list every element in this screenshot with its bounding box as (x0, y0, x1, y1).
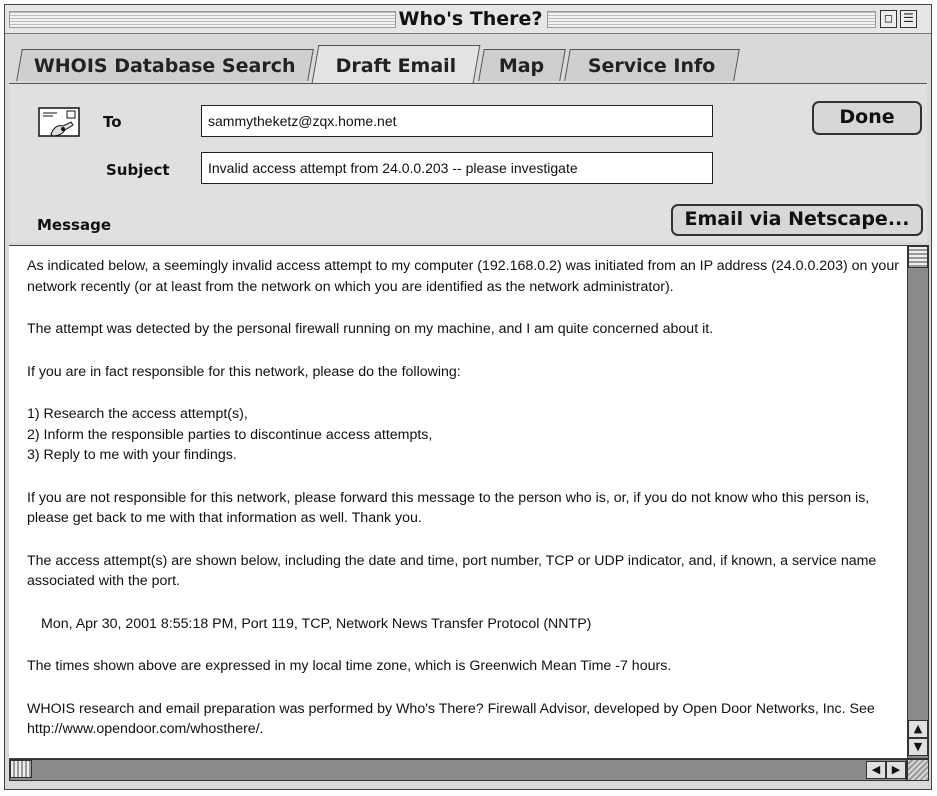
message-list-item: 1) Research the access attempt(s), (27, 406, 248, 422)
message-label: Message (37, 216, 111, 234)
horizontal-scrollbar[interactable]: ◀ ▶ (9, 759, 907, 781)
title-bar[interactable]: Who's There? □ ☰ (5, 5, 931, 34)
zoom-box-icon[interactable]: □ (880, 10, 897, 28)
tab-whois-database-search[interactable]: WHOIS Database Search (16, 49, 314, 81)
subject-field[interactable]: Invalid access attempt from 24.0.0.203 -… (201, 152, 713, 184)
title-bar-stripes-right (547, 11, 876, 28)
resize-grip-icon[interactable] (907, 759, 929, 781)
message-list-item: 2) Inform the responsible parties to dis… (27, 426, 433, 443)
access-attempt-entry: Mon, Apr 30, 2001 8:55:18 PM, Port 119, … (41, 615, 592, 632)
title-bar-stripes-left (9, 11, 396, 28)
message-text[interactable]: As indicated below, a seemingly invalid … (9, 246, 907, 740)
tab-draft-email[interactable]: Draft Email (311, 45, 481, 83)
message-paragraph: WHOIS research and email preparation was… (27, 700, 875, 738)
subject-label: Subject (106, 161, 170, 179)
message-paragraph: As indicated below, a seemingly invalid … (27, 258, 899, 295)
message-paragraph: If you are not responsible for this netw… (27, 489, 870, 527)
tab-map[interactable]: Map (478, 49, 566, 81)
collapse-box-icon[interactable]: ☰ (900, 10, 917, 28)
email-via-netscape-button[interactable]: Email via Netscape... (671, 204, 923, 236)
window-title: Who's There? (398, 8, 543, 30)
message-paragraph: The times shown above are expressed in m… (27, 658, 672, 674)
done-button[interactable]: Done (812, 101, 922, 135)
envelope-hand-icon (37, 104, 83, 142)
message-paragraph: The attempt was detected by the personal… (27, 321, 714, 337)
scroll-left-arrow-icon[interactable]: ◀ (866, 761, 886, 779)
message-list-item: 3) Reply to me with your findings. (27, 447, 237, 463)
tab-bar: WHOIS Database Search Draft Email Map Se… (15, 41, 921, 83)
scroll-right-arrow-icon[interactable]: ▶ (886, 761, 906, 779)
vertical-scrollbar[interactable]: ▲ ▼ (907, 245, 929, 759)
app-window: Who's There? □ ☰ WHOIS Database Search D… (4, 4, 932, 790)
to-field[interactable]: sammytheketz@zqx.home.net (201, 105, 713, 137)
to-label: To (103, 113, 122, 131)
horizontal-scroll-thumb[interactable] (10, 760, 32, 778)
scroll-thumb[interactable] (908, 246, 928, 268)
email-header-panel: To sammytheketz@zqx.home.net Subject Inv… (9, 84, 927, 242)
message-paragraph: The access attempt(s) are shown below, i… (27, 552, 877, 590)
message-paragraph: If you are in fact responsible for this … (27, 363, 461, 380)
scroll-up-arrow-icon[interactable]: ▲ (908, 720, 928, 738)
message-body[interactable]: As indicated below, a seemingly invalid … (9, 245, 907, 759)
scroll-down-arrow-icon[interactable]: ▼ (908, 738, 928, 756)
tab-service-info[interactable]: Service Info (564, 49, 740, 81)
